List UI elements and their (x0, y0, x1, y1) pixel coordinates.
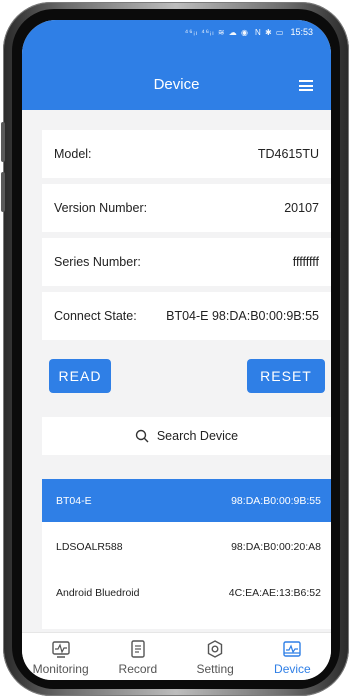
tab-monitoring[interactable]: Monitoring (26, 639, 96, 676)
series-label: Series Number: (54, 255, 141, 269)
device-name: Android Bluedroid (56, 586, 140, 599)
reset-button[interactable]: RESET (247, 359, 325, 393)
search-label: Search Device (156, 429, 239, 443)
device-name: BT04-E (56, 494, 92, 507)
connect-card: Connect State: BT04-E 98:DA:B0:00:9B:55 (42, 292, 331, 340)
read-button[interactable]: READ (49, 359, 111, 393)
tab-record[interactable]: Record (103, 639, 173, 676)
monitor-icon (51, 641, 70, 658)
tab-device[interactable]: Device (257, 639, 327, 676)
app-screen: ⁴⁶ᵢₗ ⁴⁶ᵢₗ ≋ ☁ ◉ N ✱ ▭ 15:53 Device Model… (22, 20, 331, 680)
model-value: TD4615TU (257, 147, 319, 161)
tab-setting[interactable]: Setting (180, 639, 250, 676)
tab-label: Setting (196, 662, 234, 676)
model-card: Model: TD4615TU (42, 130, 331, 178)
device-list: BT04-E 98:DA:B0:00:9B:55 LDSOALR588 98:D… (42, 479, 331, 629)
clock: 15:53 (290, 27, 313, 37)
model-label: Model: (54, 147, 92, 161)
record-icon (131, 640, 145, 658)
device-mac: 4C:EA:AE:13:B6:52 (228, 586, 321, 599)
gear-icon (207, 640, 223, 658)
tab-label: Device (274, 662, 311, 676)
device-name: LDSOALR588 (56, 540, 123, 553)
connect-value: BT04-E 98:DA:B0:00:9B:55 (166, 309, 319, 323)
bottom-tab-bar: Monitoring Record Setting Device (22, 632, 331, 680)
app-header: ⁴⁶ᵢₗ ⁴⁶ᵢₗ ≋ ☁ ◉ N ✱ ▭ 15:53 Device (22, 20, 331, 110)
tab-label: Record (118, 662, 158, 676)
device-row[interactable]: LDSOALR588 98:DA:B0:00:20:A8 (42, 525, 331, 568)
page-title: Device (153, 76, 200, 93)
menu-icon[interactable] (299, 80, 313, 91)
version-label: Version Number: (54, 201, 148, 215)
device-mac: 98:DA:B0:00:20:A8 (231, 540, 321, 553)
volume-button (1, 122, 5, 162)
device-mac: 98:DA:B0:00:9B:55 (231, 494, 321, 507)
series-value: ffffffff (292, 255, 319, 269)
series-card: Series Number: ffffffff (42, 238, 331, 286)
status-bar: ⁴⁶ᵢₗ ⁴⁶ᵢₗ ≋ ☁ ◉ N ✱ ▭ 15:53 (22, 20, 331, 44)
device-row[interactable]: Android Bluedroid 4C:EA:AE:13:B6:52 (42, 571, 331, 614)
search-device-button[interactable]: Search Device (42, 417, 331, 455)
device-icon (283, 641, 302, 657)
volume-button-2 (1, 172, 5, 212)
search-icon (135, 429, 149, 443)
tab-label: Monitoring (32, 662, 89, 676)
signal-icons: ⁴⁶ᵢₗ ⁴⁶ᵢₗ ≋ ☁ ◉ (184, 27, 249, 37)
system-icons: N ✱ ▭ (254, 27, 285, 37)
device-row[interactable]: BT04-E 98:DA:B0:00:9B:55 (42, 479, 331, 522)
version-card: Version Number: 20107 (42, 184, 331, 232)
connect-label: Connect State: (54, 309, 137, 323)
version-value: 20107 (284, 201, 319, 215)
